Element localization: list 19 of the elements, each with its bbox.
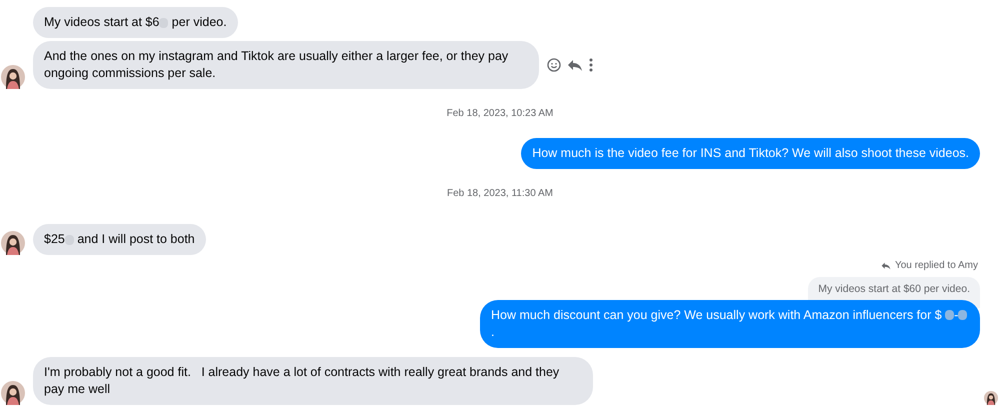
reply-icon[interactable] xyxy=(567,58,583,72)
timestamp: Feb 18, 2023, 10:23 AM xyxy=(446,107,554,121)
reply-label: You replied to Amy xyxy=(894,259,978,273)
message-bubble: $25 and I will post to both xyxy=(33,224,206,255)
blurred-digits-icon xyxy=(958,310,968,320)
message-bubble: My videos start at $6 per video. xyxy=(33,7,238,38)
message-bubble: How much is the video fee for INS and Tiktok? We will also shoot these videos. xyxy=(521,138,980,169)
message-bubble: And the ones on my instagram and Tiktok are usually either a larger fee, or they pay ongoing commissions per sale. xyxy=(33,41,539,89)
reply-icon xyxy=(880,262,891,270)
message-bubble: How much discount can you give? We usually work with Amazon influencers for $ - . xyxy=(480,300,980,348)
emoji-icon[interactable] xyxy=(547,58,561,72)
avatar-icon xyxy=(984,390,998,405)
avatar-icon xyxy=(1,65,25,89)
message-bubble: I'm probably not a good fit. I already have a lot of contracts with really great brands and they pay me well xyxy=(33,356,593,405)
more-icon[interactable] xyxy=(589,58,593,72)
blurred-digits-icon xyxy=(945,310,954,320)
timestamp: Feb 18, 2023, 11:30 AM xyxy=(446,187,553,201)
avatar-icon xyxy=(1,231,25,255)
avatar-icon xyxy=(1,380,25,405)
